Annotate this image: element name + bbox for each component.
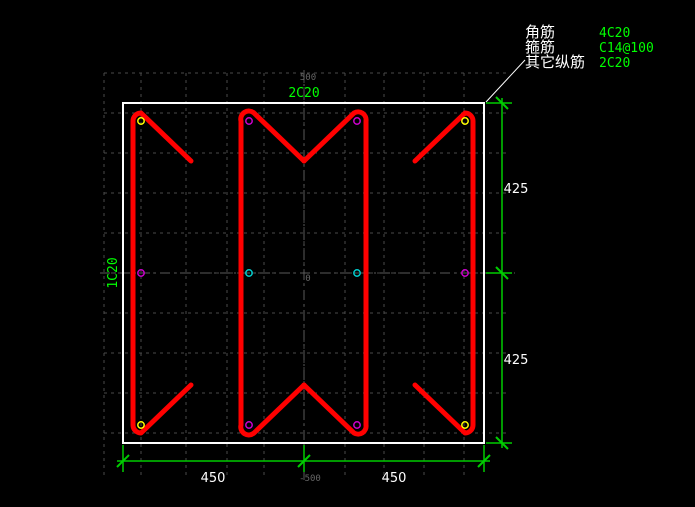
top-bar-label: 2C20 xyxy=(288,86,319,101)
legend-stirrup-value: C14@100 xyxy=(599,41,654,56)
legend-corner-value: 4C20 xyxy=(599,26,630,41)
grid-center-label: 0 xyxy=(305,274,310,284)
dim-bottom-left: 450 xyxy=(201,471,226,486)
dim-bottom-right: 450 xyxy=(382,471,407,486)
legend-other-value: 2C20 xyxy=(599,56,630,71)
side-bar-label: 1C20 xyxy=(106,257,121,288)
grid-top-label: 500 xyxy=(300,73,316,83)
grid-bottom-label: -500 xyxy=(299,474,321,484)
section-drawing: 500 -500 0 2C20 1C20 角筋 4C20 箍筋 C14@100 … xyxy=(0,0,695,507)
legend-other-label: 其它纵筋 xyxy=(525,53,585,71)
dim-right-upper: 425 xyxy=(504,182,529,197)
dim-right-lower: 425 xyxy=(504,353,529,368)
